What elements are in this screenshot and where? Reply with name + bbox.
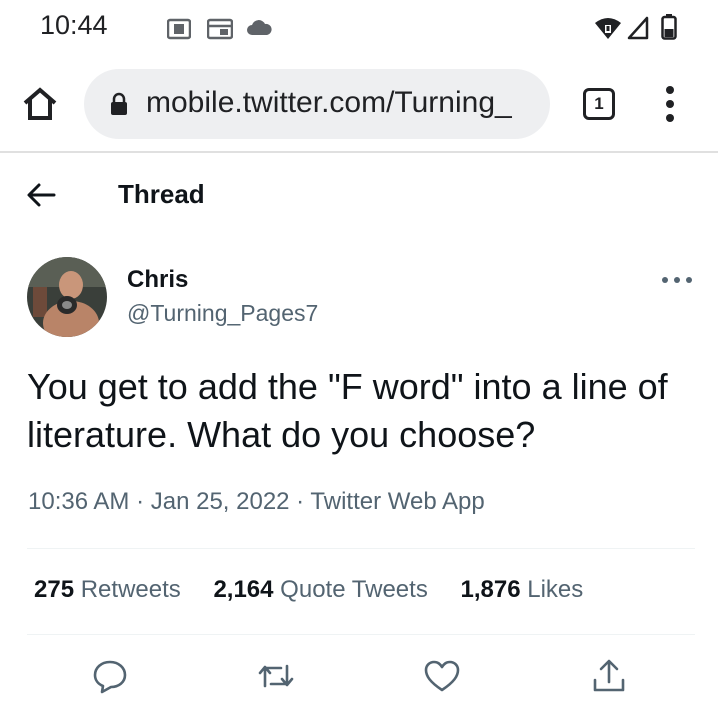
author-handle[interactable]: @Turning_Pages7 — [127, 300, 318, 327]
calendar-icon — [207, 18, 233, 40]
address-bar[interactable]: mobile.twitter.com/Turning_ — [84, 69, 550, 139]
more-vertical-icon[interactable] — [660, 84, 680, 124]
likes-label: Likes — [527, 576, 584, 603]
divider — [27, 548, 695, 549]
divider — [27, 634, 695, 635]
likes-count: 1,876 — [460, 576, 521, 603]
tweet-text: You get to add the "F word" into a line … — [27, 366, 668, 455]
author-name[interactable]: Chris — [127, 266, 188, 294]
status-time: 10:44 — [40, 10, 108, 40]
wifi-icon — [595, 18, 621, 39]
avatar[interactable] — [27, 257, 107, 337]
browser-toolbar: mobile.twitter.com/Turning_ 1 — [0, 56, 718, 153]
signal-icon — [627, 16, 649, 40]
retweets-stat[interactable]: 275 Retweets — [34, 576, 181, 603]
avatar-image — [27, 257, 107, 337]
retweet-icon[interactable] — [256, 656, 296, 696]
like-icon[interactable] — [422, 656, 462, 696]
cloud-icon — [247, 20, 272, 35]
engagement-stats: 275 Retweets 2,164 Quote Tweets 1,876 Li… — [34, 576, 609, 604]
quote-tweets-count: 2,164 — [213, 576, 274, 603]
tweet-metadata[interactable]: 10:36 AM · Jan 25, 2022 · Twitter Web Ap… — [28, 488, 485, 516]
tab-switcher-button[interactable]: 1 — [583, 88, 615, 120]
retweets-count: 275 — [34, 576, 75, 603]
home-icon[interactable] — [20, 84, 60, 124]
quote-tweets-label: Quote Tweets — [280, 576, 428, 603]
share-icon[interactable] — [589, 656, 629, 696]
battery-icon — [661, 14, 677, 40]
back-arrow-icon[interactable] — [24, 177, 60, 213]
page-title: Thread — [118, 179, 205, 209]
retweets-label: Retweets — [80, 576, 181, 603]
photos-icon — [167, 18, 191, 40]
status-bar: 10:44 — [0, 0, 718, 56]
more-options-icon[interactable] — [660, 270, 694, 290]
likes-stat[interactable]: 1,876 Likes — [461, 576, 584, 603]
reply-icon[interactable] — [90, 656, 130, 696]
quote-tweets-stat[interactable]: 2,164 Quote Tweets — [213, 576, 427, 603]
thread-header: Thread — [0, 153, 718, 238]
lock-icon — [111, 92, 127, 115]
url-text: mobile.twitter.com/Turning_ — [146, 86, 512, 119]
